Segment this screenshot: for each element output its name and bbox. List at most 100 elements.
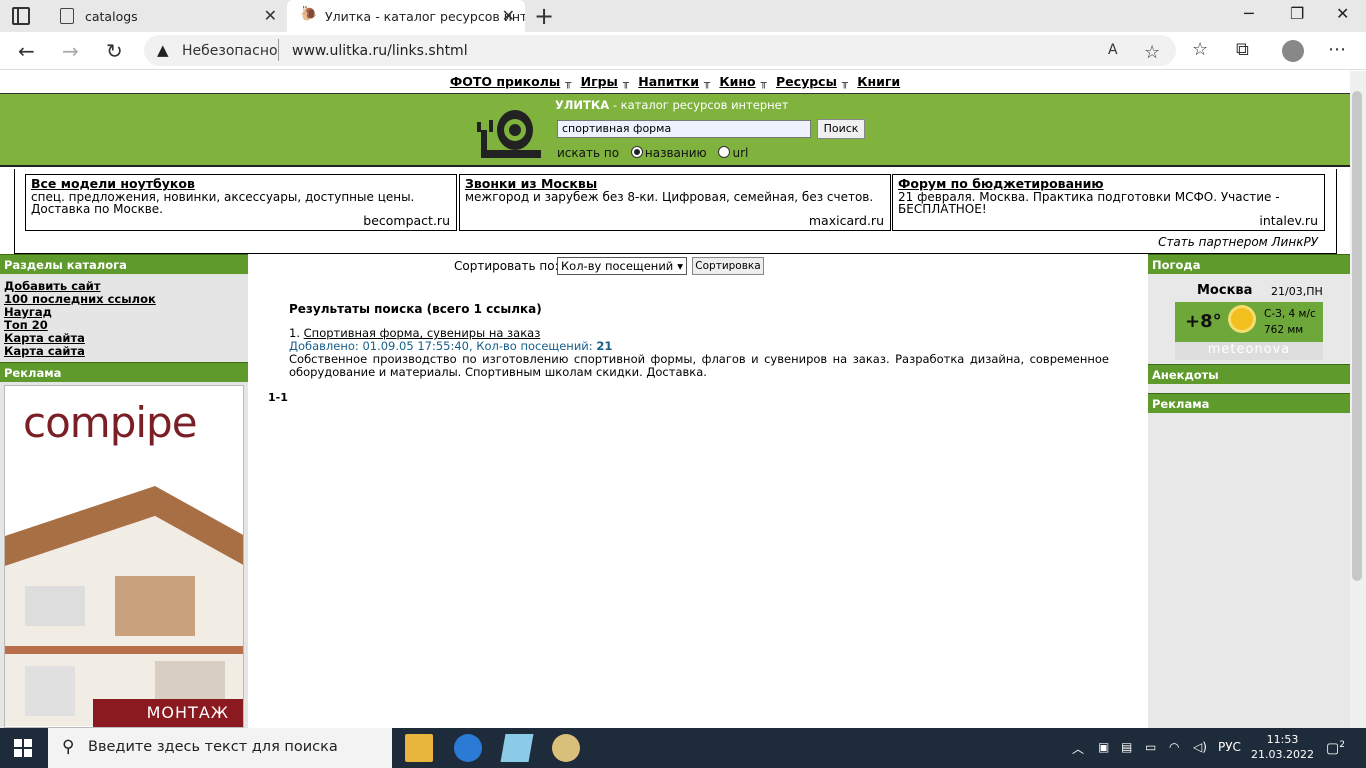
- taskbar-search-placeholder: Введите здесь текст для поиска: [88, 739, 338, 755]
- weather-temp: +8°: [1185, 311, 1222, 332]
- weather-wind: С-З, 4 м/с: [1264, 308, 1316, 320]
- restore-icon[interactable]: ❐: [1290, 4, 1304, 23]
- collections-icon[interactable]: ⧉: [1236, 39, 1249, 60]
- ad-title[interactable]: Звонки из Москвы: [465, 176, 597, 191]
- result-link[interactable]: Спортивная форма, сувениры на заказ: [304, 326, 541, 340]
- url-text: www.ulitka.ru/links.shtml: [292, 43, 468, 59]
- clock-date: 21.03.2022: [1251, 748, 1314, 761]
- volume-icon[interactable]: ◁): [1193, 740, 1207, 754]
- sort-button[interactable]: Сортировка: [692, 257, 764, 275]
- new-tab-icon[interactable]: +: [534, 2, 554, 30]
- tab-actions-icon[interactable]: [12, 7, 30, 25]
- refresh-icon[interactable]: ↻: [106, 39, 123, 63]
- search-button[interactable]: Поиск: [817, 119, 865, 139]
- taskbar: ⚲ Введите здесь текст для поиска ︿ ▣ ▤ ▭…: [0, 728, 1366, 768]
- weather-pressure: 762 мм: [1264, 324, 1304, 336]
- language-indicator[interactable]: РУС: [1218, 740, 1241, 754]
- topmenu-link[interactable]: Игры: [581, 74, 618, 89]
- tab-bar: catalogs ✕ 🐌 Улитка - каталог ресурсов и…: [0, 0, 1366, 32]
- topmenu-link[interactable]: Напитки: [638, 74, 699, 89]
- ad-title[interactable]: Все модели ноутбуков: [31, 176, 195, 191]
- topmenu-link[interactable]: ФОТО приколы: [450, 74, 560, 89]
- battery-icon[interactable]: ▭: [1145, 740, 1156, 754]
- page-scrollbar[interactable]: [1350, 71, 1366, 728]
- tab-label: Улитка - каталог ресурсов инте: [325, 9, 525, 24]
- more-menu-icon[interactable]: ⋯: [1328, 39, 1346, 60]
- result-visits: 21: [596, 339, 613, 353]
- weather-city: Москва: [1197, 283, 1253, 298]
- wifi-icon[interactable]: ◠: [1169, 740, 1179, 754]
- url-field[interactable]: ▲ Небезопасно www.ulitka.ru/links.shtml …: [144, 35, 1176, 66]
- search-input[interactable]: спортивная форма: [557, 120, 811, 138]
- weather-date: 21/03,ПН: [1271, 285, 1323, 298]
- scrollbar-thumb[interactable]: [1352, 91, 1362, 581]
- clock[interactable]: 11:53 21.03.2022: [1251, 732, 1314, 762]
- divider: [278, 39, 279, 61]
- favorites-icon[interactable]: ☆: [1192, 39, 1208, 60]
- close-icon[interactable]: ✕: [502, 6, 515, 25]
- ad-text: спец. предложения, новинки, аксессуары, …: [31, 190, 415, 216]
- snail-logo-icon[interactable]: [475, 100, 545, 160]
- notification-count: 2: [1339, 740, 1345, 750]
- text-ad[interactable]: Звонки из Москвы межгород и зарубеж без …: [459, 174, 891, 231]
- chevron-up-icon[interactable]: ︿: [1072, 740, 1084, 757]
- ads-heading: Реклама: [0, 362, 248, 382]
- tab-catalogs[interactable]: catalogs ✕: [47, 0, 287, 32]
- text-ad[interactable]: Все модели ноутбуков спец. предложения, …: [25, 174, 457, 231]
- radio-by-name[interactable]: [630, 146, 643, 158]
- minimize-icon[interactable]: ─: [1244, 4, 1254, 23]
- taskbar-search[interactable]: ⚲ Введите здесь текст для поиска: [48, 728, 392, 768]
- partner-link[interactable]: Стать партнером ЛинкРУ: [1158, 235, 1318, 249]
- paint-icon[interactable]: [552, 734, 580, 762]
- back-icon[interactable]: ←: [18, 39, 35, 63]
- sort-select-value: Кол-ву посещений: [561, 259, 674, 273]
- right-ads-heading: Реклама: [1148, 393, 1350, 413]
- site-header: УЛИТКА - каталог ресурсов интернет спорт…: [0, 93, 1350, 167]
- notification-icon[interactable]: ▢2: [1326, 740, 1345, 757]
- menu-separator: ╥: [565, 78, 572, 89]
- favorite-add-icon[interactable]: ☆: [1144, 42, 1160, 63]
- chevron-down-icon: ▾: [677, 259, 683, 273]
- topmenu-link[interactable]: Книги: [857, 74, 900, 89]
- sections-heading: Разделы каталога: [0, 254, 248, 274]
- windows-start-icon[interactable]: [14, 739, 32, 757]
- text-ads-block: Все модели ноутбуков спец. предложения, …: [14, 169, 1337, 254]
- file-explorer-icon[interactable]: [405, 734, 433, 762]
- topmenu-link[interactable]: Ресурсы: [776, 74, 837, 89]
- radio-by-url[interactable]: [718, 146, 731, 158]
- notes-app-icon[interactable]: [500, 734, 534, 762]
- tab-ulitka[interactable]: 🐌 Улитка - каталог ресурсов инте ✕: [287, 0, 525, 32]
- topmenu-link[interactable]: Кино: [719, 74, 755, 89]
- compipe-banner[interactable]: compipe МОНТАЖ: [4, 385, 244, 728]
- sort-label: Сортировать по:: [454, 259, 559, 273]
- text-ad[interactable]: Форум по бюджетированию 21 февраля. Моск…: [892, 174, 1325, 231]
- top-menu: ФОТО приколы ╥ Игры ╥ Напитки ╥ Кино ╥ Ресур…: [0, 74, 1350, 89]
- device-icon[interactable]: ▣: [1098, 740, 1109, 754]
- sidebar-link-sitemap[interactable]: Карта сайта: [4, 345, 244, 358]
- ad-title[interactable]: Форум по бюджетированию: [898, 176, 1104, 191]
- result-number: 1.: [289, 326, 300, 340]
- profile-avatar[interactable]: [1282, 40, 1304, 62]
- left-sidebar: Разделы каталога Добавить сайт 100 после…: [0, 254, 248, 728]
- warning-icon: ▲: [157, 41, 169, 59]
- edge-icon[interactable]: [454, 734, 482, 762]
- security-label: Небезопасно: [182, 43, 278, 59]
- close-icon[interactable]: ✕: [264, 6, 277, 25]
- snail-favicon-icon: 🐌: [300, 6, 318, 22]
- search-by-label: искать по: [557, 146, 620, 160]
- menu-separator: ╥: [704, 78, 711, 89]
- menu-separator: ╥: [760, 78, 767, 89]
- sort-select[interactable]: Кол-ву посещений ▾: [557, 257, 687, 275]
- menu-separator: ╥: [841, 78, 848, 89]
- pagination[interactable]: 1-1: [268, 391, 288, 404]
- window-close-icon[interactable]: ✕: [1336, 4, 1349, 23]
- sections-list: Добавить сайт 100 последних ссылок Науга…: [0, 274, 248, 362]
- jokes-heading[interactable]: Анекдоты: [1148, 364, 1350, 384]
- result-description: Собственное производство по изготовлению…: [289, 352, 1109, 379]
- forward-icon[interactable]: →: [62, 39, 79, 63]
- address-bar-row: ← → ↻ ▲ Небезопасно www.ulitka.ru/links.…: [0, 32, 1366, 70]
- app-tray-icon[interactable]: ▤: [1121, 740, 1132, 754]
- read-aloud-icon[interactable]: A: [1108, 42, 1118, 58]
- weather-widget[interactable]: Москва 21/03,ПН +8° С-З, 4 м/с 762 мм me…: [1175, 280, 1323, 360]
- result-meta-text: Добавлено: 01.09.05 17:55:40, Кол-во пос…: [289, 339, 593, 353]
